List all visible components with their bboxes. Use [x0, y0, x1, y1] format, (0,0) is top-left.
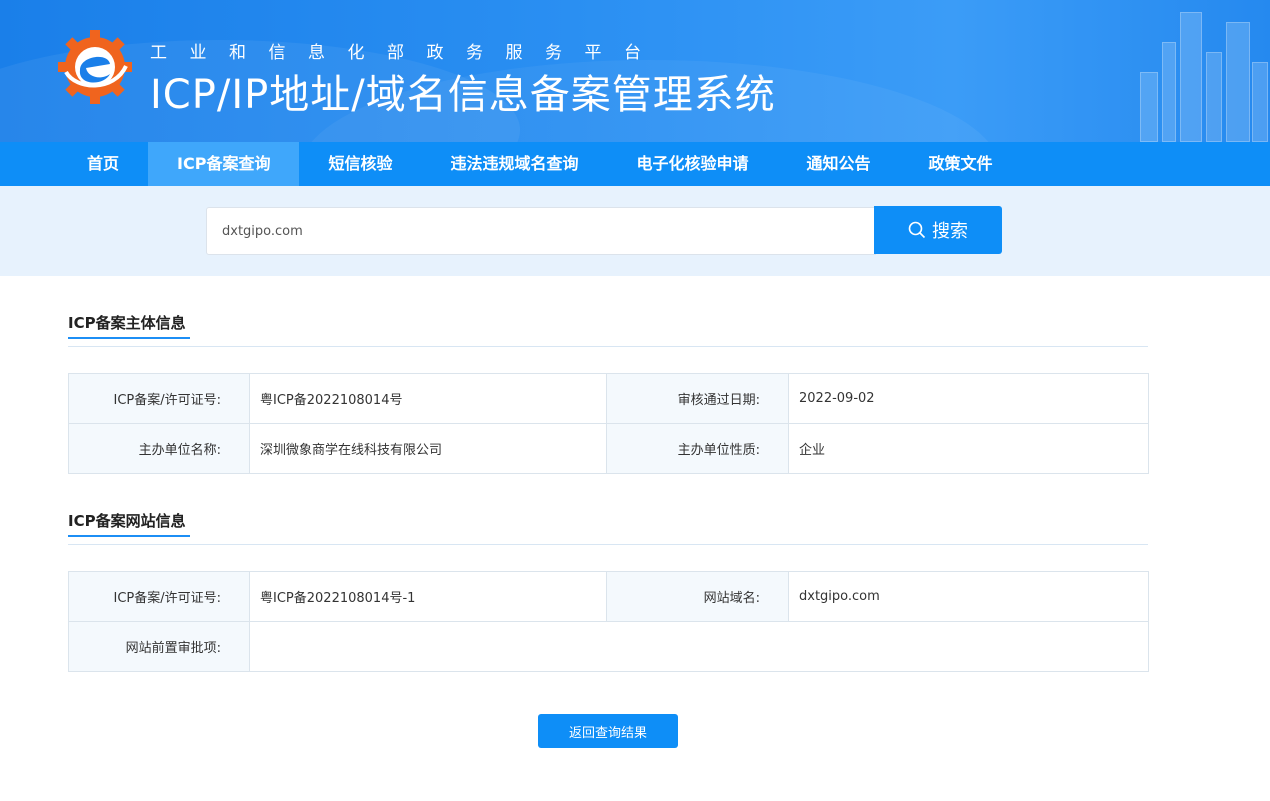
license-value: 粤ICP备2022108014号: [249, 373, 607, 424]
nav-item-illegal-domain-query[interactable]: 违法违规域名查询: [421, 142, 607, 186]
org-name-value: 深圳微象商学在线科技有限公司: [249, 423, 607, 474]
search-input[interactable]: [206, 207, 876, 255]
search-band: 搜索: [0, 186, 1270, 276]
domain-label: 网站域名:: [606, 571, 789, 622]
license-label: ICP备案/许可证号:: [68, 373, 250, 424]
section-underline: [68, 535, 190, 537]
table-row: ICP备案/许可证号: 粤ICP备2022108014号 审核通过日期: 202…: [68, 373, 1149, 424]
preapproval-label: 网站前置审批项:: [68, 621, 250, 672]
back-to-results-button[interactable]: 返回查询结果: [538, 714, 678, 748]
city-skyline-graphic: [1120, 0, 1270, 142]
table-row: ICP备案/许可证号: 粤ICP备2022108014号-1 网站域名: dxt…: [68, 571, 1149, 622]
org-type-label: 主办单位性质:: [606, 423, 789, 474]
miit-logo-icon: [58, 30, 132, 104]
table-row: 主办单位名称: 深圳微象商学在线科技有限公司 主办单位性质: 企业: [68, 423, 1149, 474]
approval-date-value: 2022-09-02: [788, 373, 1149, 424]
nav-item-policy-files[interactable]: 政策文件: [900, 142, 1022, 186]
subject-info-table: ICP备案/许可证号: 粤ICP备2022108014号 审核通过日期: 202…: [68, 373, 1149, 474]
section-divider: [68, 544, 1148, 545]
org-type-value: 企业: [788, 423, 1149, 474]
domain-value: dxtgipo.com: [788, 571, 1149, 622]
site-license-label: ICP备案/许可证号:: [68, 571, 250, 622]
subject-info-title: ICP备案主体信息: [68, 314, 186, 332]
header-title: ICP/IP地址/域名信息备案管理系统: [150, 72, 776, 118]
header-banner: 工业和信息化部政务服务平台 ICP/IP地址/域名信息备案管理系统: [0, 0, 1270, 142]
table-row: 网站前置审批项:: [68, 621, 1149, 672]
search-button[interactable]: 搜索: [874, 206, 1002, 254]
search-icon: [908, 221, 926, 239]
preapproval-value: [249, 621, 1149, 672]
nav-item-sms-verify[interactable]: 短信核验: [299, 142, 421, 186]
section-divider: [68, 346, 1148, 347]
search-button-label: 搜索: [932, 221, 968, 242]
approval-date-label: 审核通过日期:: [606, 373, 789, 424]
section-underline: [68, 337, 190, 339]
org-name-label: 主办单位名称:: [68, 423, 250, 474]
nav-item-icp-query[interactable]: ICP备案查询: [148, 142, 300, 186]
header-subtitle: 工业和信息化部政务服务平台: [150, 43, 664, 63]
nav-item-e-verify-apply[interactable]: 电子化核验申请: [607, 142, 777, 186]
nav-item-home[interactable]: 首页: [58, 142, 148, 186]
main-nav: 首页 ICP备案查询 短信核验 违法违规域名查询 电子化核验申请 通知公告 政策…: [0, 142, 1270, 186]
site-license-value: 粤ICP备2022108014号-1: [249, 571, 607, 622]
website-info-title: ICP备案网站信息: [68, 512, 186, 530]
nav-item-notices[interactable]: 通知公告: [778, 142, 900, 186]
website-info-table: ICP备案/许可证号: 粤ICP备2022108014号-1 网站域名: dxt…: [68, 571, 1149, 672]
